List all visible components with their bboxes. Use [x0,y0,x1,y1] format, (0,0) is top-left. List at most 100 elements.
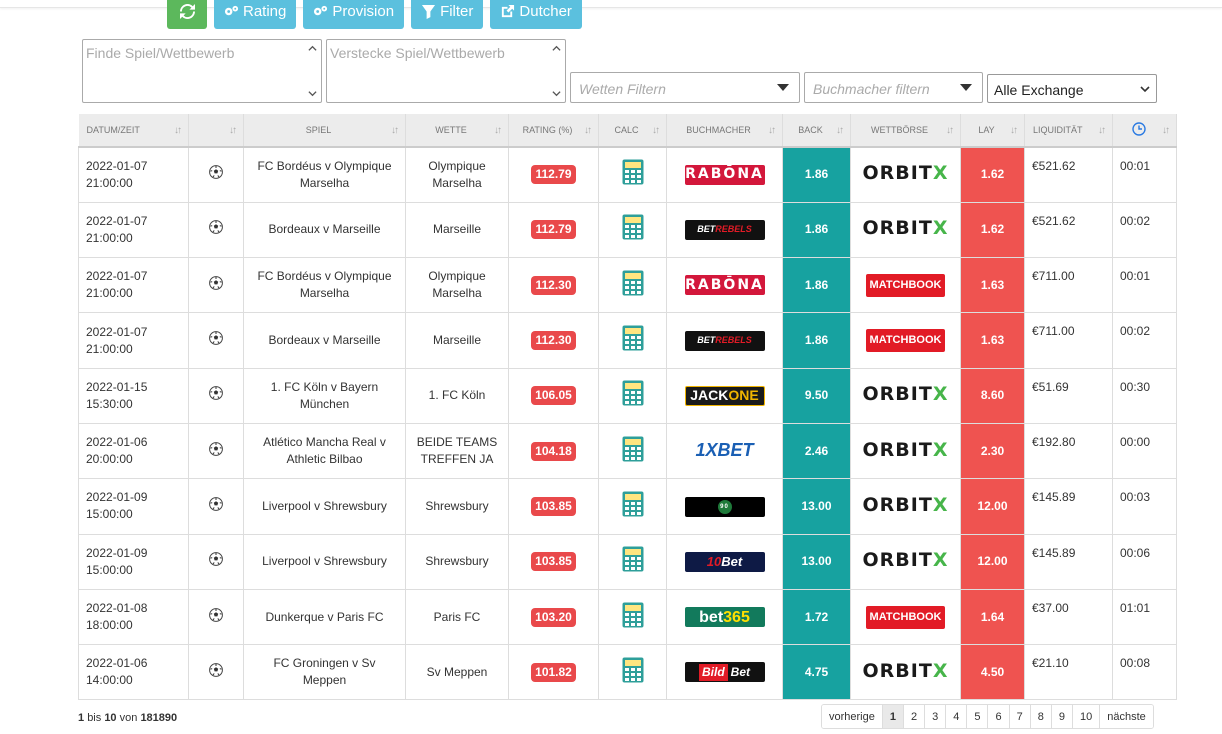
col-rating[interactable]: RATING (%) ↓↑ [508,114,599,148]
filter-button[interactable]: Filter [411,0,484,29]
cell-lay-odds[interactable]: 1.63 [960,257,1025,314]
cell-back-odds[interactable]: 13.00 [782,478,851,535]
table-row[interactable]: 2022-01-06 20:00:00 Atlético Mancha Real v… [78,422,1177,480]
find-match-textarea[interactable]: Finde Spiel/Wettbewerb [82,39,322,103]
page-button[interactable]: 8 [1030,705,1052,728]
col-age[interactable]: ↓↑ [1112,114,1177,148]
col-lay[interactable]: LAY ↓↑ [960,114,1025,148]
cell-lay-odds[interactable]: 1.62 [960,201,1025,259]
textarea-scrollbar[interactable] [549,41,564,101]
col-spiel[interactable]: SPIEL ↓↑ [243,114,406,148]
cell-exchange[interactable]: ORBITX [850,478,961,535]
calculator-icon[interactable] [622,214,644,240]
cell-back-odds[interactable]: 1.86 [782,201,851,259]
rating-button[interactable]: Rating [214,0,297,29]
cell-exchange[interactable]: ORBITX [850,201,961,259]
cell-back-odds[interactable]: 13.00 [782,533,851,590]
cell-match[interactable]: FC Groningen v Sv Meppen [243,644,406,701]
cell-lay-odds[interactable]: 12.00 [960,533,1025,590]
table-row[interactable]: 2022-01-08 18:00:00 Dunkerque v Paris FC Pa… [78,588,1177,646]
cell-lay-odds[interactable]: 1.63 [960,312,1025,369]
cell-match[interactable]: Bordeaux v Marseille [243,312,406,369]
cell-back-odds[interactable]: 1.86 [782,312,851,369]
page-button[interactable]: 4 [946,705,968,728]
cell-exchange[interactable]: ORBITX [850,146,961,203]
table-row[interactable]: 2022-01-09 15:00:00 Liverpool v Shrewsbury… [78,533,1177,590]
cell-lay-odds[interactable]: 1.62 [960,146,1025,203]
col-datum[interactable]: DATUM/ZEIT ↓↑ [78,114,189,148]
cell-bookmaker[interactable]: 10 Bet [666,533,783,590]
cell-match[interactable]: FC Bordéus v Olympique Marselha [243,146,406,203]
page-next-button[interactable]: nächste [1100,705,1153,728]
cell-back-odds[interactable]: 9.50 [782,367,851,424]
cell-match[interactable]: Atlético Mancha Real v Athletic Bilbao [243,422,406,480]
cell-back-odds[interactable]: 1.86 [782,146,851,203]
cell-lay-odds[interactable]: 12.00 [960,478,1025,535]
calculator-icon[interactable] [622,546,644,572]
cell-bookmaker[interactable]: Bild Bet [666,644,783,701]
cell-lay-odds[interactable]: 4.50 [960,644,1025,701]
cell-exchange[interactable]: ORBITX [850,644,961,701]
cell-lay-odds[interactable]: 1.64 [960,588,1025,646]
refresh-button[interactable] [167,0,207,29]
hide-match-textarea[interactable]: Verstecke Spiel/Wettbewerb [326,39,566,103]
col-sport[interactable]: ↓↑ [188,114,244,148]
calculator-icon[interactable] [622,380,644,406]
cell-lay-odds[interactable]: 2.30 [960,422,1025,480]
bet-filter-select[interactable]: Wetten Filtern [570,72,800,103]
cell-match[interactable]: Liverpool v Shrewsbury [243,478,406,535]
cell-back-odds[interactable]: 2.46 [782,422,851,480]
cell-match[interactable]: FC Bordéus v Olympique Marselha [243,257,406,314]
cell-match[interactable]: Bordeaux v Marseille [243,201,406,259]
calculator-icon[interactable] [622,436,644,462]
cell-bookmaker[interactable]: bet 365 [666,588,783,646]
cell-bookmaker[interactable]: BET REBELS [666,201,783,259]
table-row[interactable]: 2022-01-07 21:00:00 FC Bordéus v Olympique… [78,146,1177,203]
cell-bookmaker[interactable]: BET REBELS [666,312,783,369]
col-wette[interactable]: WETTE ↓↑ [405,114,509,148]
cell-bookmaker[interactable]: RABŌNA [666,146,783,203]
cell-match[interactable]: 1. FC Köln v Bayern München [243,367,406,424]
page-prev-button[interactable]: vorherige [822,705,883,728]
cell-exchange[interactable]: ORBITX [850,367,961,424]
calculator-icon[interactable] [622,270,644,296]
cell-bookmaker[interactable]: 1XBET [666,422,783,480]
page-button[interactable]: 10 [1072,705,1101,728]
dutcher-button[interactable]: Dutcher [490,0,582,29]
cell-exchange[interactable]: ORBITX [850,533,961,590]
cell-exchange[interactable]: MATCHBOOK [850,257,961,314]
table-row[interactable]: 2022-01-15 15:30:00 1. FC Köln v Bayern Mün… [78,367,1177,424]
exchange-select[interactable]: Alle Exchange [987,74,1157,103]
cell-bookmaker[interactable]: 90 [666,478,783,535]
page-button[interactable]: 3 [925,705,947,728]
cell-match[interactable]: Liverpool v Shrewsbury [243,533,406,590]
cell-bookmaker[interactable]: RABŌNA [666,257,783,314]
table-row[interactable]: 2022-01-09 15:00:00 Liverpool v Shrewsbury… [78,478,1177,535]
col-buchmacher[interactable]: BUCHMACHER ↓↑ [666,114,783,148]
calculator-icon[interactable] [622,657,644,683]
page-button[interactable]: 7 [1009,705,1031,728]
page-button[interactable]: 2 [903,705,926,728]
calculator-icon[interactable] [622,491,644,517]
calculator-icon[interactable] [622,159,644,185]
table-row[interactable]: 2022-01-07 21:00:00 Bordeaux v Marseille Ma… [78,312,1177,369]
calculator-icon[interactable] [622,602,644,628]
cell-bookmaker[interactable]: JACK ONE [666,367,783,424]
page-button[interactable]: 1 [882,705,904,728]
provision-button[interactable]: Provision [303,0,405,29]
cell-back-odds[interactable]: 1.72 [782,588,851,646]
table-row[interactable]: 2022-01-06 14:00:00 FC Groningen v Sv Meppe… [78,644,1177,701]
cell-exchange[interactable]: MATCHBOOK [850,588,961,646]
cell-back-odds[interactable]: 1.86 [782,257,851,314]
page-button[interactable]: 9 [1051,705,1073,728]
cell-exchange[interactable]: MATCHBOOK [850,312,961,369]
table-row[interactable]: 2022-01-07 21:00:00 FC Bordéus v Olympique… [78,257,1177,314]
cell-lay-odds[interactable]: 8.60 [960,367,1025,424]
col-liquiditaet[interactable]: LIQUIDITÄT ↓↑ [1024,114,1113,148]
cell-exchange[interactable]: ORBITX [850,422,961,480]
bookmaker-filter-select[interactable]: Buchmacher filtern [804,72,983,103]
textarea-scrollbar[interactable] [305,41,320,101]
col-calc[interactable]: CALC ↓↑ [598,114,667,148]
page-button[interactable]: 5 [967,705,989,728]
cell-back-odds[interactable]: 4.75 [782,644,851,701]
